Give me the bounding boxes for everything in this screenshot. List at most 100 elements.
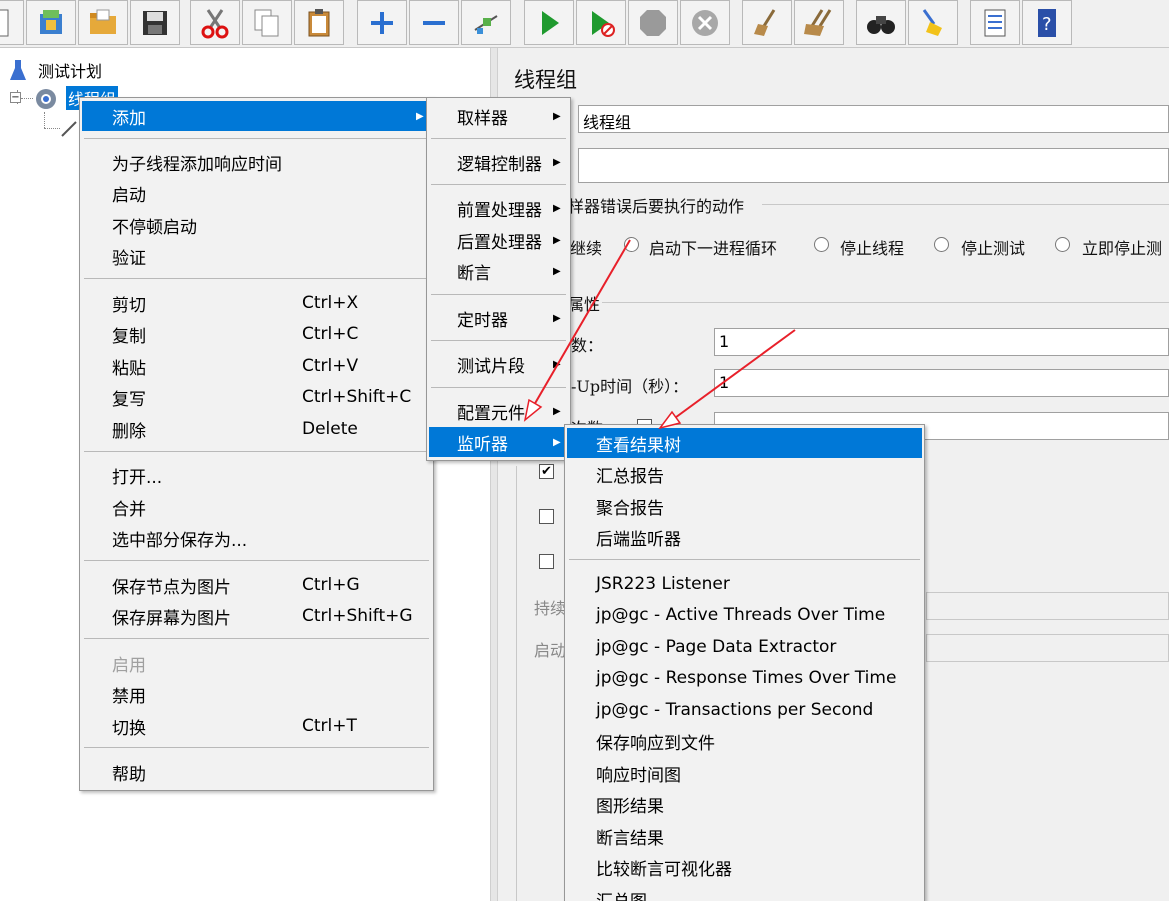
clear-button[interactable] — [742, 0, 792, 45]
scheduler-checkbox[interactable] — [539, 554, 554, 569]
menu-item[interactable]: 保存屏幕为图片 Ctrl+Shift+G — [82, 601, 431, 631]
reset-search-button[interactable] — [908, 0, 958, 45]
tree-node-test-plan[interactable]: 测试计划 — [38, 58, 102, 82]
help-book-icon: ? — [1038, 8, 1056, 37]
menu-item-shortcut: Ctrl+X — [302, 293, 359, 313]
submenu-item[interactable]: 定时器 ▶ — [429, 303, 568, 333]
submenu-item[interactable]: 断言 ▶ — [429, 256, 568, 286]
menu-item[interactable]: 复写 Ctrl+Shift+C — [82, 382, 431, 412]
listener-menu-item[interactable]: 后端监听器 — [567, 522, 922, 552]
function-helper-button[interactable] — [970, 0, 1020, 45]
submenu-item[interactable]: 逻辑控制器 ▶ — [429, 147, 568, 177]
submenu-item-label: 前置处理器 — [457, 200, 542, 221]
listener-menu-item[interactable]: 汇总图 — [567, 884, 922, 901]
save-button[interactable] — [130, 0, 180, 45]
listener-menu-item[interactable]: jp@gc - Active Threads Over Time — [567, 600, 922, 630]
cut-button[interactable] — [190, 0, 240, 45]
submenu-item[interactable]: 测试片段 ▶ — [429, 349, 568, 379]
duration-field[interactable] — [926, 592, 1169, 620]
expand-button[interactable] — [357, 0, 407, 45]
listener-menu-item[interactable]: jp@gc - Response Times Over Time — [567, 663, 922, 693]
copy-button[interactable] — [242, 0, 292, 45]
menu-item[interactable]: 启动 — [82, 178, 431, 208]
collapse-button[interactable] — [409, 0, 459, 45]
listener-menu-item[interactable]: 响应时间图 — [567, 758, 922, 788]
same-user-checkbox[interactable]: ✔ — [539, 464, 554, 479]
menu-item[interactable]: 保存节点为图片 Ctrl+G — [82, 570, 431, 600]
menu-item[interactable]: 为子线程添加响应时间 — [82, 147, 431, 177]
collapse-toggle-icon[interactable]: − — [10, 92, 21, 103]
svg-text:?: ? — [1042, 14, 1052, 35]
toggle-icon — [474, 14, 498, 34]
radio-stop-thread[interactable] — [814, 237, 829, 252]
name-field[interactable]: 线程组 — [578, 105, 1169, 133]
error-action-label: 样器错误后要执行的动作 — [568, 197, 745, 216]
binoculars-icon — [867, 15, 895, 34]
listener-menu-item-label: jp@gc - Page Data Extractor — [596, 637, 837, 657]
stop-button[interactable] — [628, 0, 678, 45]
toggle-button[interactable] — [461, 0, 511, 45]
submenu-item[interactable]: 取样器 ▶ — [429, 101, 568, 131]
menu-item[interactable]: 剪切 Ctrl+X — [82, 288, 431, 318]
broom-icon — [754, 8, 776, 36]
new-button[interactable] — [0, 0, 24, 45]
menu-item[interactable]: 粘贴 Ctrl+V — [82, 351, 431, 381]
menu-item-shortcut: Ctrl+T — [302, 716, 357, 736]
start-button[interactable] — [524, 0, 574, 45]
listener-menu-item[interactable]: 比较断言可视化器 — [567, 852, 922, 882]
open-button[interactable] — [78, 0, 128, 45]
startup-delay-field[interactable] — [926, 634, 1169, 662]
listener-menu-item[interactable]: jp@gc - Transactions per Second — [567, 695, 922, 725]
menu-item[interactable]: 打开... — [82, 460, 431, 490]
list-icon — [984, 9, 1006, 36]
radio-stop-now[interactable] — [1055, 237, 1070, 252]
submenu-item[interactable]: 监听器 ▶ — [429, 427, 568, 457]
menu-item[interactable]: 添加 ▶ — [82, 101, 431, 131]
rampup-field[interactable]: 1 — [714, 369, 1169, 397]
tree-connector — [44, 128, 60, 129]
menu-separator — [84, 747, 429, 748]
menu-item[interactable]: 禁用 — [82, 679, 431, 709]
submenu-item[interactable]: 配置元件 ▶ — [429, 396, 568, 426]
submenu-item[interactable]: 前置处理器 ▶ — [429, 193, 568, 223]
menu-item[interactable]: 合并 — [82, 492, 431, 522]
listener-menu-item[interactable]: 保存响应到文件 — [567, 726, 922, 756]
search-button[interactable] — [856, 0, 906, 45]
menu-item-shortcut: Ctrl+G — [302, 575, 360, 595]
menu-item[interactable]: 选中部分保存为... — [82, 523, 431, 553]
listener-menu-item[interactable]: 图形结果 — [567, 789, 922, 819]
radio-stop-test[interactable] — [934, 237, 949, 252]
submenu-arrow-icon: ▶ — [553, 110, 561, 122]
menu-item[interactable]: 切换 Ctrl+T — [82, 711, 431, 741]
menu-item[interactable]: 帮助 — [82, 757, 431, 787]
comment-field[interactable] — [578, 148, 1169, 183]
double-broom-icon — [804, 8, 832, 36]
shutdown-button[interactable] — [680, 0, 730, 45]
menu-item[interactable]: 不停顿启动 — [82, 210, 431, 240]
menu-item-shortcut: Ctrl+V — [302, 356, 359, 376]
paste-button[interactable] — [294, 0, 344, 45]
radio-next-loop[interactable] — [624, 237, 639, 252]
menu-item-shortcut: Delete — [302, 419, 358, 439]
listener-menu-item[interactable]: 查看结果树 — [567, 428, 922, 458]
menu-item[interactable]: 验证 — [82, 241, 431, 271]
menu-separator — [84, 278, 429, 279]
menu-item[interactable]: 复制 Ctrl+C — [82, 319, 431, 349]
rampup-label: -Up时间（秒）： — [571, 377, 689, 396]
submenu-item[interactable]: 后置处理器 ▶ — [429, 225, 568, 255]
templates-button[interactable] — [26, 0, 76, 45]
thread-count-field[interactable]: 1 — [714, 328, 1169, 356]
submenu-item-label: 断言 — [457, 263, 491, 284]
listener-menu-item[interactable]: 聚合报告 — [567, 491, 922, 521]
delay-thread-checkbox[interactable] — [539, 509, 554, 524]
listener-menu-item-label: 汇总报告 — [596, 466, 664, 487]
listener-menu-item[interactable]: 汇总报告 — [567, 459, 922, 489]
clear-all-button[interactable] — [794, 0, 844, 45]
scissors-icon — [201, 8, 229, 38]
listener-menu-item[interactable]: 断言结果 — [567, 821, 922, 851]
help-button[interactable]: ? — [1022, 0, 1072, 45]
menu-item[interactable]: 删除 Delete — [82, 414, 431, 444]
start-no-pause-button[interactable] — [576, 0, 626, 45]
listener-menu-item[interactable]: jp@gc - Page Data Extractor — [567, 632, 922, 662]
listener-menu-item[interactable]: JSR223 Listener — [567, 569, 922, 599]
